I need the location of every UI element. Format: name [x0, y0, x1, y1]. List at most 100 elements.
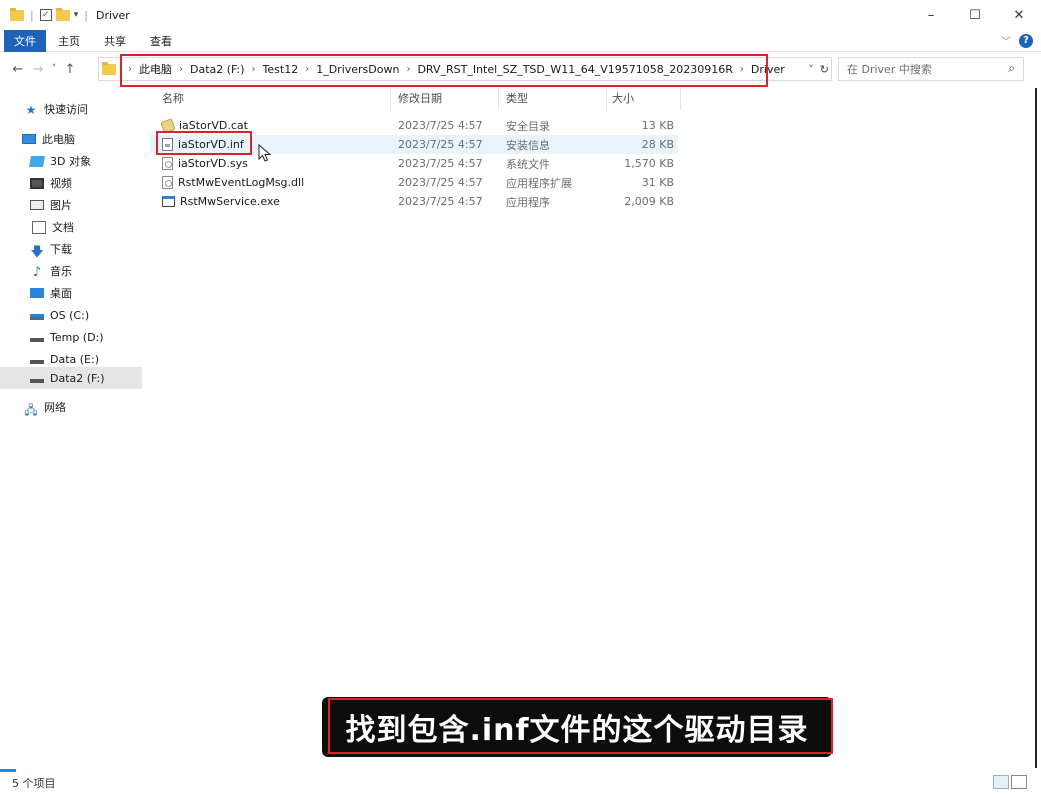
large-icons-view-icon[interactable] — [1011, 775, 1027, 789]
sidebar-item-label: 3D 对象 — [50, 155, 91, 168]
maximize-button[interactable]: ☐ — [953, 0, 997, 30]
recent-locations-icon[interactable]: ˅ — [48, 64, 60, 74]
sidebar-item-label: Data (E:) — [50, 352, 100, 366]
sidebar-item-videos[interactable]: 视频 — [0, 172, 142, 194]
tab-view[interactable]: 查看 — [138, 30, 184, 52]
up-arrow-icon[interactable]: ↑ — [60, 62, 80, 77]
chevron-right-icon[interactable]: › — [305, 64, 309, 75]
navigation-bar: ← → ˅ ↑ › 此电脑 › Data2 (F:) › Test12 › 1_… — [0, 54, 1041, 84]
sidebar-item-temp-d[interactable]: Temp (D:) — [0, 326, 142, 348]
column-divider[interactable] — [390, 88, 391, 110]
window-title: Driver — [95, 8, 130, 22]
file-name: iaStorVD.cat — [179, 119, 248, 132]
sidebar-item-label: 快速访问 — [44, 103, 88, 116]
mouse-cursor-icon — [258, 144, 272, 162]
application-icon — [162, 196, 175, 207]
status-bar: 5 个项目 — [0, 772, 1041, 794]
breadcrumb-driver[interactable]: Driver — [751, 63, 785, 76]
chevron-right-icon[interactable]: › — [128, 64, 132, 75]
tab-home[interactable]: 主页 — [46, 30, 92, 52]
column-header-size[interactable]: 大小 — [612, 88, 634, 108]
search-icon[interactable]: ⌕ — [1008, 61, 1015, 76]
file-type: 应用程序扩展 — [506, 176, 572, 190]
file-date: 2023/7/25 4:57 — [398, 176, 483, 189]
file-size: 31 KB — [641, 176, 674, 189]
address-history-dropdown-icon[interactable]: ˅ — [808, 63, 814, 76]
file-name: iaStorVD.sys — [178, 157, 248, 170]
sidebar-item-pictures[interactable]: 图片 — [0, 194, 142, 216]
sidebar-item-data2-f[interactable]: Data2 (F:) — [0, 367, 142, 389]
file-name: RstMwEventLogMsg.dll — [178, 176, 305, 189]
sidebar-item-os-c[interactable]: OS (C:) — [0, 304, 142, 326]
column-header-name[interactable]: 名称 — [162, 88, 184, 108]
sidebar-item-label: 文档 — [52, 221, 74, 234]
sidebar-item-network[interactable]: 🖧 网络 — [0, 396, 142, 418]
column-header-type[interactable]: 类型 — [506, 88, 528, 108]
back-arrow-icon[interactable]: ← — [8, 62, 28, 77]
chevron-right-icon[interactable]: › — [406, 64, 410, 75]
file-size: 28 KB — [641, 138, 674, 151]
file-row[interactable]: iaStorVD.inf 2023/7/25 4:57 安装信息 28 KB — [150, 135, 678, 154]
pictures-icon — [30, 200, 44, 210]
expand-ribbon-icon[interactable]: ﹀ — [1001, 33, 1011, 48]
refresh-icon[interactable]: ↻ — [820, 63, 829, 76]
sidebar-item-label: 视频 — [50, 177, 72, 190]
file-date: 2023/7/25 4:57 — [398, 157, 483, 170]
breadcrumb-drv-folder[interactable]: DRV_RST_Intel_SZ_TSD_W11_64_V19571058_20… — [417, 63, 732, 76]
star-icon: ★ — [25, 103, 37, 117]
address-folder-icon — [102, 61, 116, 75]
search-input[interactable]: 在 Driver 中搜索 ⌕ — [838, 57, 1024, 81]
column-divider[interactable] — [680, 88, 681, 110]
file-row[interactable]: iaStorVD.sys 2023/7/25 4:57 系统文件 1,570 K… — [150, 154, 678, 173]
address-bar[interactable]: › 此电脑 › Data2 (F:) › Test12 › 1_DriversD… — [98, 57, 832, 81]
view-switcher — [993, 775, 1027, 789]
folder-icon[interactable] — [10, 7, 24, 21]
file-type: 应用程序 — [506, 195, 550, 209]
breadcrumb-data2[interactable]: Data2 (F:) — [190, 63, 245, 76]
sidebar-item-label: 图片 — [50, 199, 72, 212]
help-icon[interactable]: ? — [1019, 33, 1033, 48]
column-divider[interactable] — [498, 88, 499, 110]
sidebar-item-label: Temp (D:) — [50, 330, 104, 344]
ribbon-tabs: 文件 主页 共享 查看 ﹀ ? — [0, 29, 1041, 52]
tab-file[interactable]: 文件 — [4, 29, 46, 52]
file-row[interactable]: RstMwEventLogMsg.dll 2023/7/25 4:57 应用程序… — [150, 173, 678, 192]
file-row[interactable]: iaStorVD.cat 2023/7/25 4:57 安全目录 13 KB — [150, 116, 678, 135]
column-divider[interactable] — [606, 88, 607, 110]
chevron-right-icon[interactable]: › — [740, 64, 744, 75]
chevron-right-icon[interactable]: › — [179, 64, 183, 75]
3d-objects-icon — [29, 155, 45, 167]
chevron-right-icon[interactable]: › — [252, 64, 256, 75]
sidebar-item-documents[interactable]: 文档 — [0, 216, 142, 238]
dll-file-icon — [162, 176, 173, 189]
sidebar-item-label: 此电脑 — [42, 133, 75, 146]
os-drive-icon — [30, 314, 44, 320]
file-size: 1,570 KB — [624, 157, 674, 170]
breadcrumb-test12[interactable]: Test12 — [263, 63, 299, 76]
sidebar-item-label: OS (C:) — [50, 308, 90, 322]
computer-icon — [22, 134, 36, 144]
documents-icon — [32, 220, 46, 234]
sidebar-item-downloads[interactable]: 🡇 下载 — [0, 238, 142, 260]
properties-icon[interactable]: ✓ — [39, 9, 52, 21]
file-name: iaStorVD.inf — [178, 138, 244, 151]
breadcrumb-this-pc[interactable]: 此电脑 — [139, 61, 172, 77]
sidebar-item-quick-access[interactable]: ★ 快速访问 — [0, 98, 142, 120]
sidebar-item-desktop[interactable]: 桌面 — [0, 282, 142, 304]
details-view-icon[interactable] — [993, 775, 1009, 789]
forward-arrow-icon[interactable]: → — [28, 62, 48, 77]
download-icon: 🡇 — [30, 245, 44, 260]
close-button[interactable]: ✕ — [997, 0, 1041, 30]
sidebar-item-music[interactable]: ♪ 音乐 — [0, 260, 142, 282]
tab-share[interactable]: 共享 — [92, 30, 138, 52]
column-header-date[interactable]: 修改日期 — [398, 88, 442, 108]
file-row[interactable]: RstMwService.exe 2023/7/25 4:57 应用程序 2,0… — [150, 192, 678, 211]
minimize-button[interactable]: – — [909, 0, 953, 30]
sidebar-item-label: 桌面 — [50, 287, 72, 300]
sidebar-item-3d-objects[interactable]: 3D 对象 — [0, 150, 142, 172]
new-folder-icon[interactable] — [55, 7, 70, 21]
sidebar-item-this-pc[interactable]: 此电脑 — [0, 128, 142, 150]
quick-access-toolbar: | ✓ ▾ | Driver — [0, 7, 130, 22]
breadcrumb-driversdown[interactable]: 1_DriversDown — [316, 63, 399, 76]
customize-dropdown-icon[interactable]: ▾ — [74, 10, 79, 20]
